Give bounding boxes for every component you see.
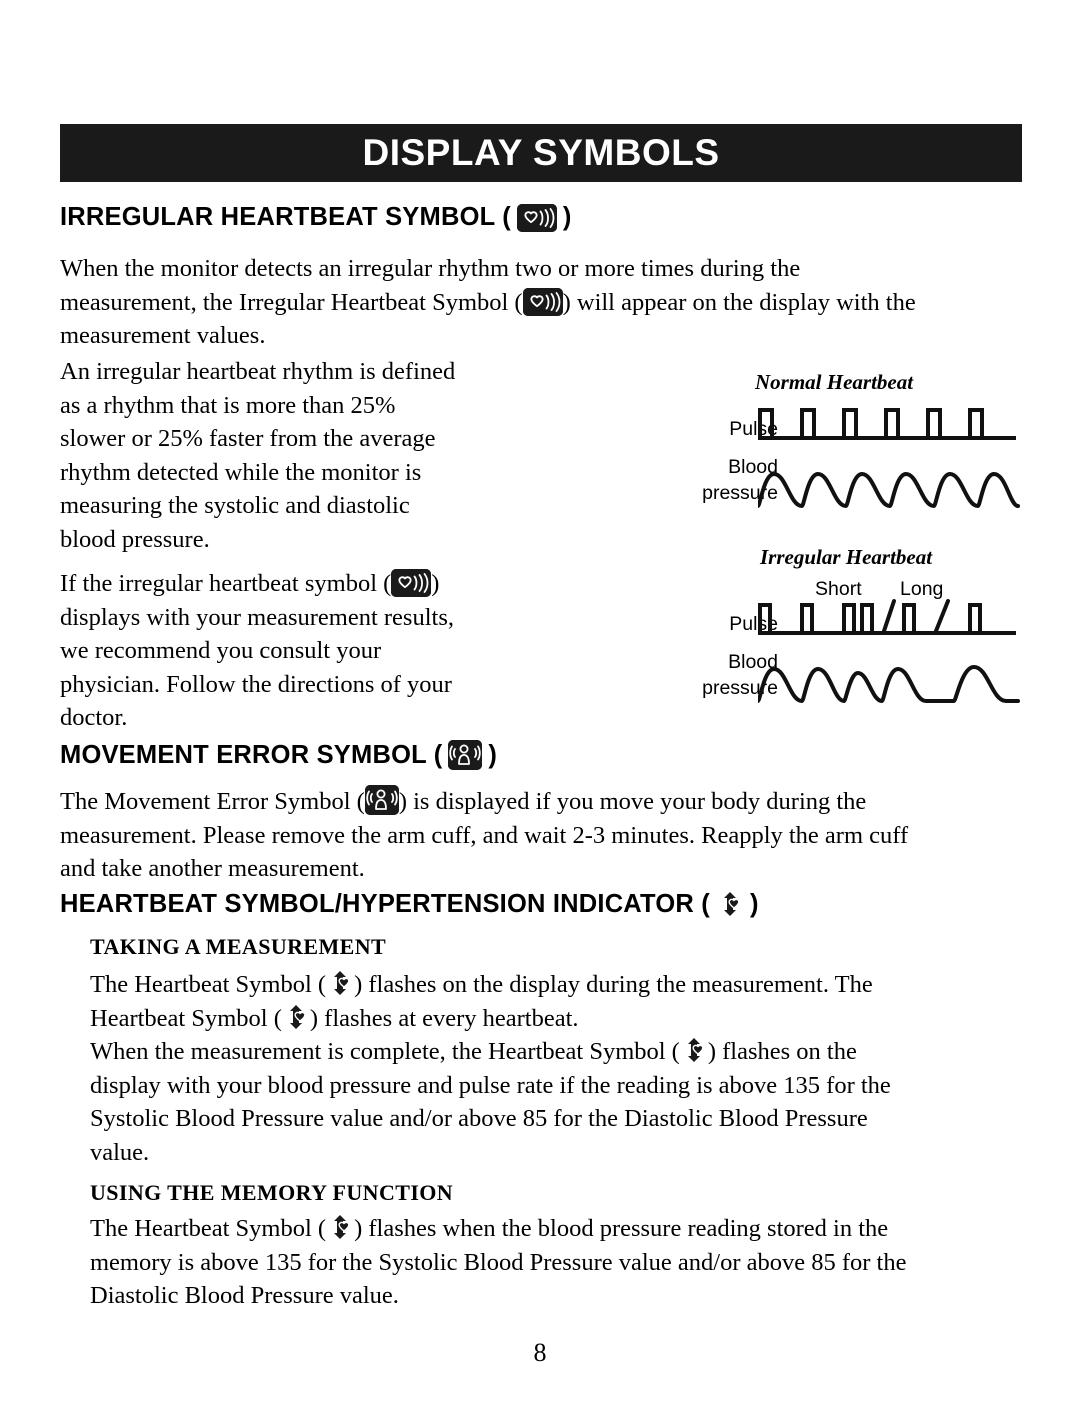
irregular-heartbeat-icon-inline-1 bbox=[522, 287, 563, 316]
hypertension-indicator-icon-inline-1 bbox=[326, 968, 354, 998]
irregular-heartbeat-icon-inline-2 bbox=[391, 569, 432, 597]
page-title: DISPLAY SYMBOLS bbox=[362, 132, 720, 173]
irregular-heartbeat-caption: Irregular Heartbeat bbox=[760, 545, 933, 569]
heading-movement-error: MOVEMENT ERROR SYMBOL ( ) bbox=[60, 740, 498, 770]
manual-page: DISPLAY SYMBOLS IRREGULAR HEARTBEAT SYMB… bbox=[0, 0, 1080, 1411]
paragraph-heartbeat-3: The Heartbeat Symbol ( ) flashes when th… bbox=[90, 1212, 1045, 1313]
heading-irregular-heartbeat: IRREGULAR HEARTBEAT SYMBOL ( ) bbox=[60, 203, 572, 232]
paragraph-heartbeat-1: The Heartbeat Symbol ( ) flashes on the … bbox=[90, 968, 1045, 1035]
irregular-waveform-graphic bbox=[758, 599, 1020, 703]
irregular-heartbeat-icon bbox=[516, 203, 557, 232]
heading-heartbeat-hypertension: HEARTBEAT SYMBOL/HYPERTENSION INDICATOR … bbox=[60, 889, 759, 919]
page-banner: DISPLAY SYMBOLS bbox=[60, 124, 1022, 182]
hypertension-indicator-icon bbox=[716, 889, 744, 919]
subheading-taking-measurement: TAKING A MEASUREMENT bbox=[90, 934, 387, 959]
paragraph-irregular-1: When the monitor detects an irregular rh… bbox=[60, 255, 916, 349]
hypertension-indicator-icon-inline-3 bbox=[680, 1035, 708, 1065]
paragraph-heartbeat-2: When the measurement is complete, the He… bbox=[90, 1035, 1045, 1169]
movement-error-icon-inline bbox=[364, 785, 399, 815]
paragraph-irregular-3: If the irregular heartbeat symbol ( ) di… bbox=[60, 569, 454, 731]
paragraph-irregular-2: An irregular heartbeat rhythm is defined… bbox=[60, 358, 456, 553]
waveform-figure: Normal Heartbeat Pulse Blood pressure Ir… bbox=[640, 360, 1040, 720]
normal-waveform-graphic bbox=[758, 408, 1020, 508]
normal-heartbeat-caption: Normal Heartbeat bbox=[755, 370, 914, 394]
hypertension-indicator-icon-inline-2 bbox=[282, 1002, 310, 1032]
subheading-using-memory-function: USING THE MEMORY FUNCTION bbox=[90, 1180, 454, 1205]
movement-error-icon bbox=[448, 740, 483, 770]
page-number: 8 bbox=[533, 1338, 547, 1367]
hypertension-indicator-icon-inline-4 bbox=[326, 1212, 354, 1242]
paragraph-movement-1: The Movement Error Symbol ( ) is display… bbox=[60, 785, 1045, 886]
